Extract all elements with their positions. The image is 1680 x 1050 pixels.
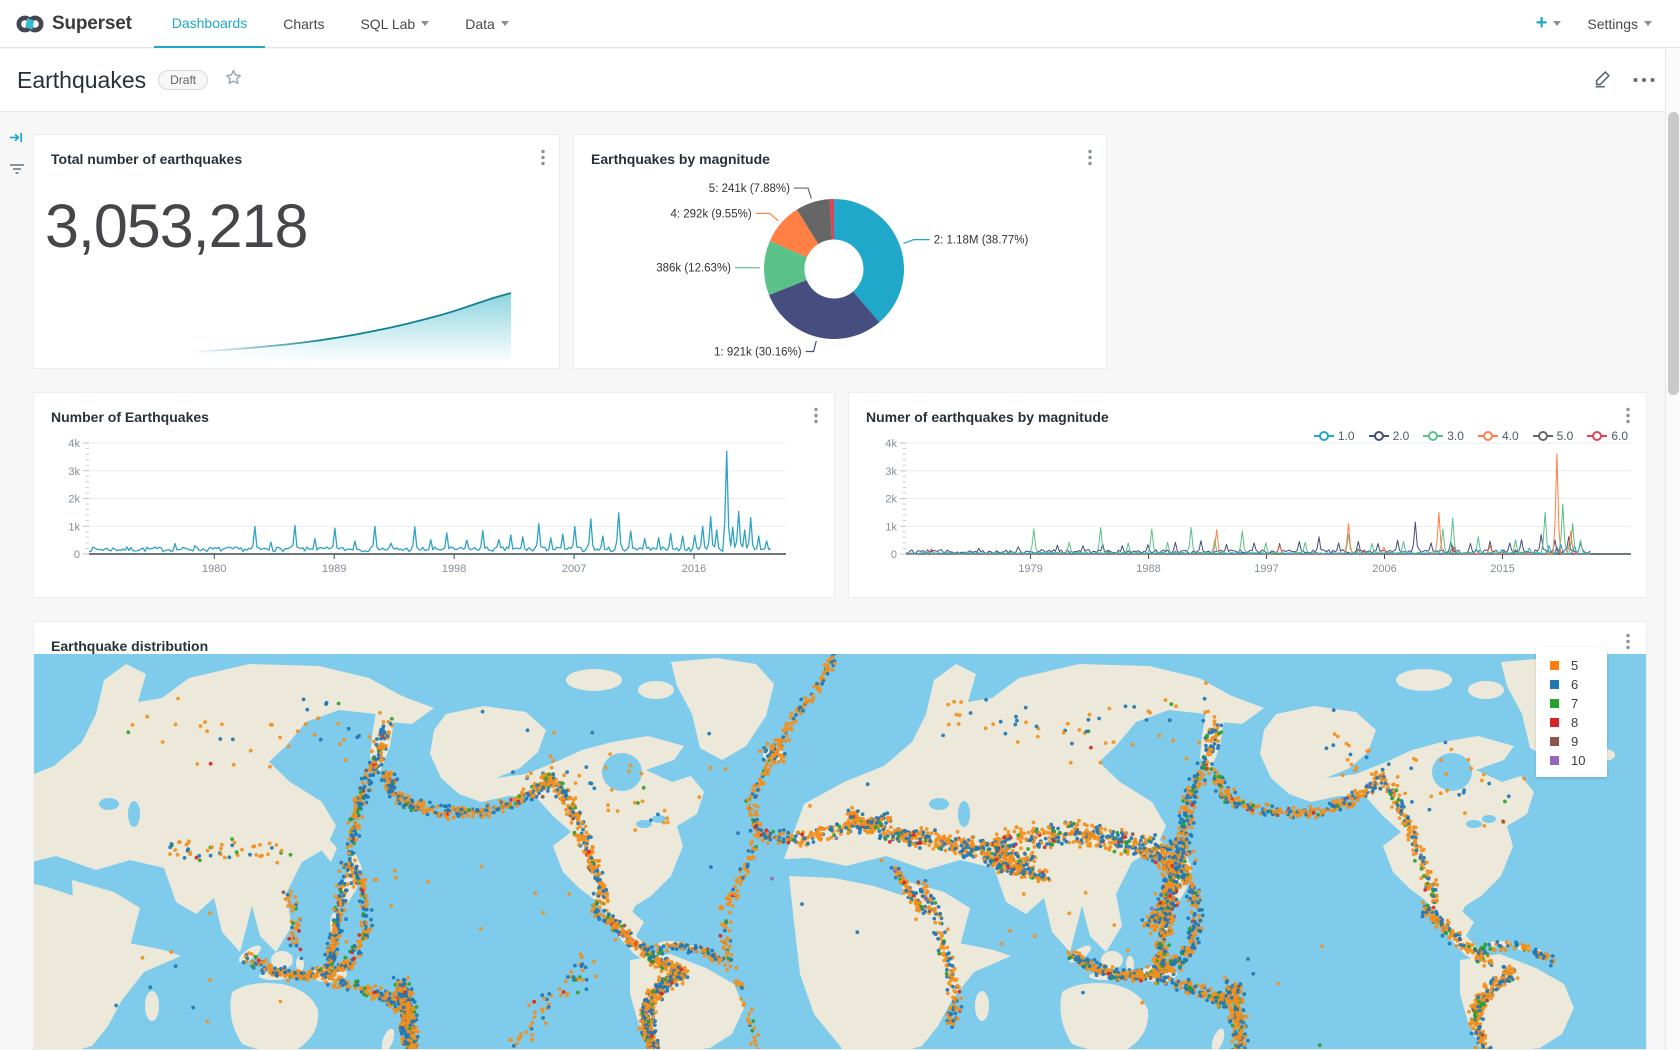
dashboard-header: Earthquakes Draft xyxy=(0,49,1680,112)
legend-label: 6 xyxy=(1571,677,1578,692)
map-legend-item-8: 8 xyxy=(1550,713,1607,732)
svg-text:1988: 1988 xyxy=(1136,563,1160,575)
map-legend-item-10: 10 xyxy=(1550,751,1607,770)
expand-filter-bar-icon[interactable] xyxy=(0,124,33,150)
svg-text:1980: 1980 xyxy=(202,563,226,575)
scrollbar-thumb[interactable] xyxy=(1668,112,1679,395)
legend-label: 8 xyxy=(1571,715,1578,730)
chevron-down-icon xyxy=(1553,21,1561,26)
tab-dashboards[interactable]: Dashboards xyxy=(154,0,266,48)
card-earthquakes-by-magnitude: Earthquakes by magnitude 2: 1.18M (38.77… xyxy=(573,134,1107,369)
svg-text:3k: 3k xyxy=(68,466,80,478)
svg-text:1997: 1997 xyxy=(1254,563,1278,575)
svg-text:1989: 1989 xyxy=(322,563,346,575)
status-badge: Draft xyxy=(158,70,208,90)
settings-menu[interactable]: Settings xyxy=(1587,16,1652,32)
svg-text:4: 292k (9.55%): 4: 292k (9.55%) xyxy=(670,208,751,220)
scrollbar xyxy=(1665,48,1680,1050)
svg-text:1998: 1998 xyxy=(442,563,466,575)
svg-text:1k: 1k xyxy=(885,521,897,533)
legend-swatch xyxy=(1550,699,1559,708)
svg-text:4k: 4k xyxy=(885,438,897,450)
legend-swatch xyxy=(1550,661,1559,670)
tab-data[interactable]: Data xyxy=(447,0,527,48)
earthquakes-line-chart[interactable]: 0 1k 2k 3k 4k 1980 1989 1998 2007 2016 xyxy=(34,393,834,597)
legend-swatch xyxy=(1550,756,1559,765)
world-map[interactable] xyxy=(34,654,1647,1050)
svg-text:1: 921k (30.16%): 1: 921k (30.16%) xyxy=(714,347,802,359)
svg-text:3: 386k (12.63%): 3: 386k (12.63%) xyxy=(654,263,731,275)
map-legend: 5 6 7 8 9 10 xyxy=(1536,647,1607,777)
big-number-value: 3,053,218 xyxy=(45,191,307,261)
chevron-down-icon xyxy=(421,21,429,26)
svg-text:2007: 2007 xyxy=(562,563,586,575)
magnitude-series-chart[interactable]: 0 1k 2k 3k 4k 1979 1988 1997 2006 2015 xyxy=(849,393,1646,597)
top-nav: Superset Dashboards Charts SQL Lab Data + S… xyxy=(0,0,1680,48)
chart-title: Total number of earthquakes xyxy=(51,151,242,167)
chart-title: Earthquake distribution xyxy=(51,638,208,654)
map-legend-item-6: 6 xyxy=(1550,675,1607,694)
legend-swatch xyxy=(1550,680,1559,689)
tab-sql-lab[interactable]: SQL Lab xyxy=(342,0,447,48)
map-legend-item-9: 9 xyxy=(1550,732,1607,751)
map-legend-item-7: 7 xyxy=(1550,694,1607,713)
chart-menu-icon[interactable] xyxy=(541,149,545,171)
brand-name: Superset xyxy=(52,13,132,35)
svg-text:0: 0 xyxy=(891,549,897,561)
filter-rail xyxy=(0,112,33,1050)
magnitude-donut-chart[interactable]: 2: 1.18M (38.77%) 1: 921k (30.16%) 3: 386k… xyxy=(654,169,1104,369)
chart-menu-icon[interactable] xyxy=(1088,149,1092,171)
tab-charts[interactable]: Charts xyxy=(265,0,342,48)
settings-label: Settings xyxy=(1587,16,1638,32)
svg-text:5: 241k (7.88%): 5: 241k (7.88%) xyxy=(709,183,790,195)
page-title: Earthquakes xyxy=(17,67,146,94)
nav-tabs: Dashboards Charts SQL Lab Data xyxy=(154,0,527,48)
svg-text:4k: 4k xyxy=(68,438,80,450)
svg-text:2: 1.18M (38.77%): 2: 1.18M (38.77%) xyxy=(934,235,1029,247)
tab-label: Dashboards xyxy=(172,15,248,31)
legend-swatch xyxy=(1550,737,1559,746)
legend-label: 7 xyxy=(1571,696,1578,711)
chart-title: Earthquakes by magnitude xyxy=(591,151,770,167)
svg-text:2k: 2k xyxy=(885,494,897,506)
chart-menu-icon[interactable] xyxy=(1626,633,1630,655)
legend-label: 5 xyxy=(1571,658,1578,673)
legend-label: 10 xyxy=(1571,753,1585,768)
plus-icon: + xyxy=(1536,12,1548,35)
card-earthquakes-by-magnitude-series: Numer of earthquakes by magnitude 1.0 2.… xyxy=(848,392,1647,598)
svg-text:0: 0 xyxy=(74,549,80,561)
svg-text:1979: 1979 xyxy=(1018,563,1042,575)
svg-text:1k: 1k xyxy=(68,521,80,533)
card-total-earthquakes: Total number of earthquakes 3,053,218 xyxy=(33,134,560,369)
infinity-logo-icon xyxy=(16,12,44,36)
chevron-down-icon xyxy=(1644,21,1652,26)
tab-label: Data xyxy=(465,16,495,32)
chevron-down-icon xyxy=(501,21,509,26)
svg-text:2016: 2016 xyxy=(682,563,706,575)
filter-icon[interactable] xyxy=(0,156,33,182)
legend-label: 9 xyxy=(1571,734,1578,749)
favorite-star-icon[interactable] xyxy=(224,68,243,92)
tab-label: SQL Lab xyxy=(360,16,415,32)
svg-text:3k: 3k xyxy=(885,466,897,478)
map-legend-item-5: 5 xyxy=(1550,656,1607,675)
svg-text:2006: 2006 xyxy=(1372,563,1396,575)
superset-logo[interactable]: Superset xyxy=(16,12,132,36)
tab-label: Charts xyxy=(283,16,324,32)
more-actions-icon[interactable] xyxy=(1632,71,1656,89)
svg-text:2015: 2015 xyxy=(1490,563,1514,575)
svg-text:2k: 2k xyxy=(68,494,80,506)
add-new-button[interactable]: + xyxy=(1536,12,1562,35)
trend-sparkline xyxy=(40,287,545,365)
edit-dashboard-icon[interactable] xyxy=(1592,67,1614,94)
card-number-of-earthquakes: Number of Earthquakes 01k2k3k4k198019891… xyxy=(33,392,835,598)
legend-swatch xyxy=(1550,718,1559,727)
card-earthquake-distribution: Earthquake distribution xyxy=(33,621,1647,1050)
